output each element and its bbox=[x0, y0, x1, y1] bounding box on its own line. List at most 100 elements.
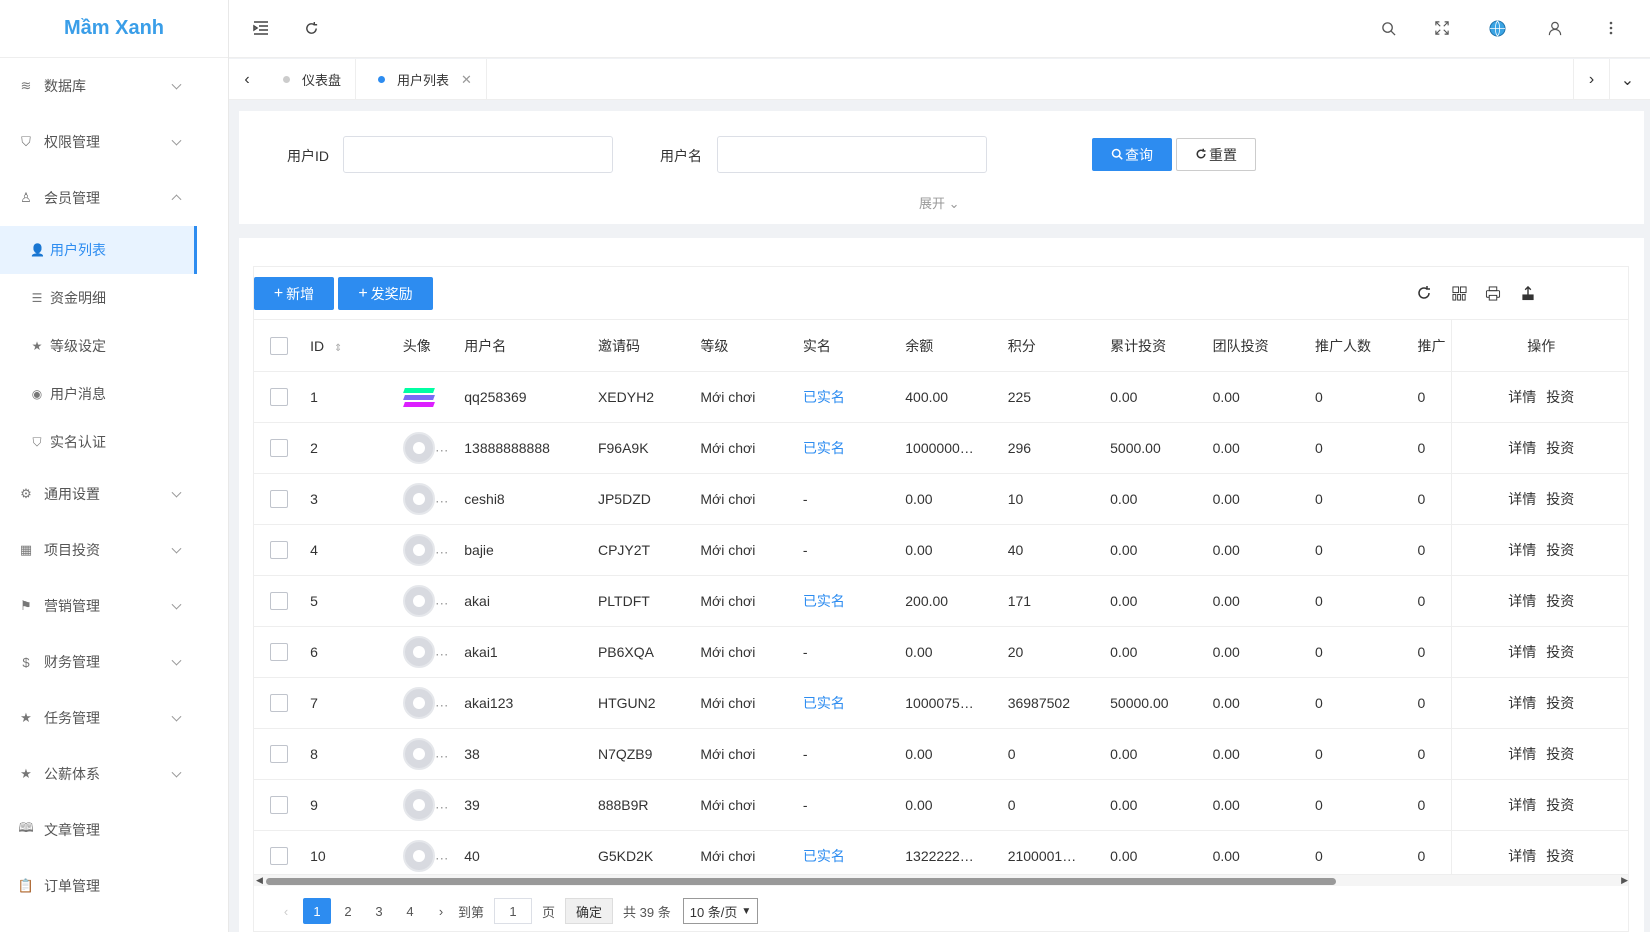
sidebar-item[interactable]: ⚙ 通用设置 bbox=[0, 466, 228, 522]
tabs-scroll-right-icon[interactable]: › bbox=[1573, 59, 1609, 100]
sidebar-subitem[interactable]: ⛉ 实名认证 bbox=[0, 418, 197, 466]
row-checkbox[interactable] bbox=[270, 592, 288, 611]
export-icon[interactable] bbox=[1518, 283, 1538, 303]
points-cell: 40 bbox=[1007, 524, 1111, 576]
scroll-left-icon[interactable]: ◀ bbox=[256, 875, 263, 886]
table-refresh-icon[interactable] bbox=[1414, 283, 1434, 303]
realname-cell[interactable]: 已实名 bbox=[802, 371, 906, 423]
print-icon[interactable] bbox=[1483, 283, 1503, 303]
sidebar-subitem[interactable]: ◉ 用户消息 bbox=[0, 370, 197, 418]
select-all-checkbox[interactable] bbox=[270, 336, 288, 355]
more-vertical-icon[interactable] bbox=[1601, 18, 1621, 38]
star-icon: ★ bbox=[20, 766, 32, 781]
column-header-id[interactable]: ID ⇕ bbox=[310, 319, 403, 372]
invest-link[interactable]: 投资 bbox=[1546, 542, 1574, 558]
invest-link[interactable]: 投资 bbox=[1546, 491, 1574, 507]
detail-link[interactable]: 详情 bbox=[1508, 848, 1536, 864]
actions-cell: 详情 投资 bbox=[1451, 422, 1628, 474]
next-page-icon[interactable]: › bbox=[427, 898, 455, 924]
search-icon[interactable] bbox=[1378, 18, 1398, 38]
scrollbar-thumb[interactable] bbox=[266, 878, 1336, 885]
sort-icon[interactable]: ⇕ bbox=[334, 343, 342, 354]
reward-button[interactable]: + 发奖励 bbox=[338, 277, 433, 310]
sidebar-item-label: 任务管理 bbox=[44, 710, 100, 726]
detail-link[interactable]: 详情 bbox=[1508, 542, 1536, 558]
invest-link[interactable]: 投资 bbox=[1546, 644, 1574, 660]
detail-link[interactable]: 详情 bbox=[1508, 440, 1536, 456]
detail-link[interactable]: 详情 bbox=[1508, 389, 1536, 405]
sidebar-subitem[interactable]: ★ 等级设定 bbox=[0, 322, 197, 370]
sidebar-item[interactable]: 📋 订单管理 bbox=[0, 858, 228, 914]
sidebar-item[interactable]: ⚑ 营销管理 bbox=[0, 578, 228, 634]
detail-link[interactable]: 详情 bbox=[1508, 797, 1536, 813]
select-cell bbox=[254, 728, 311, 780]
query-button[interactable]: 查询 bbox=[1092, 138, 1172, 171]
chevron-down-icon bbox=[171, 543, 182, 554]
chevron-down-icon[interactable]: ⌄ bbox=[1609, 59, 1645, 100]
page-size-select[interactable]: 10 条/页 ▼ bbox=[682, 898, 759, 924]
row-checkbox[interactable] bbox=[270, 847, 288, 866]
row-checkbox[interactable] bbox=[270, 541, 288, 560]
invest-link[interactable]: 投资 bbox=[1546, 389, 1574, 405]
row-checkbox[interactable] bbox=[270, 643, 288, 662]
sidebar-subitem[interactable]: 👤 用户列表 bbox=[0, 226, 197, 274]
promo-count-cell: 0 bbox=[1315, 626, 1418, 678]
tab-user-list[interactable]: 用户列表 ✕ bbox=[364, 59, 487, 100]
page-number[interactable]: 1 bbox=[303, 898, 331, 924]
tabs-scroll-left-icon[interactable]: ‹ bbox=[229, 59, 265, 100]
close-icon[interactable]: ✕ bbox=[461, 72, 472, 88]
horizontal-scrollbar[interactable]: ◀ ▶ bbox=[254, 874, 1628, 886]
row-checkbox[interactable] bbox=[270, 388, 288, 407]
select-cell bbox=[254, 422, 311, 474]
realname-cell[interactable]: 已实名 bbox=[802, 677, 906, 729]
detail-link[interactable]: 详情 bbox=[1508, 593, 1536, 609]
fullscreen-icon[interactable] bbox=[1432, 18, 1452, 38]
invest-link[interactable]: 投资 bbox=[1546, 797, 1574, 813]
globe-icon[interactable] bbox=[1487, 18, 1507, 38]
sidebar-subitem[interactable]: ☰ 资金明细 bbox=[0, 274, 197, 322]
refresh-icon[interactable] bbox=[301, 18, 321, 38]
realname-cell[interactable]: 已实名 bbox=[802, 575, 906, 627]
expand-toggle[interactable]: 展开 ⌄ bbox=[919, 193, 960, 212]
detail-link[interactable]: 详情 bbox=[1508, 695, 1536, 711]
sidebar-item[interactable]: ♙ 会员管理 bbox=[0, 170, 228, 226]
scroll-right-icon[interactable]: ▶ bbox=[1621, 875, 1628, 886]
menu-fold-icon[interactable] bbox=[251, 18, 271, 38]
page-number[interactable]: 3 bbox=[365, 898, 393, 924]
page-number[interactable]: 4 bbox=[396, 898, 424, 924]
invest-link[interactable]: 投资 bbox=[1546, 593, 1574, 609]
detail-link[interactable]: 详情 bbox=[1508, 746, 1536, 762]
row-checkbox[interactable] bbox=[270, 796, 288, 815]
user-icon[interactable] bbox=[1545, 18, 1565, 38]
realname-cell[interactable]: 已实名 bbox=[802, 422, 906, 474]
row-checkbox[interactable] bbox=[270, 694, 288, 713]
sidebar-item[interactable]: ★ 公薪体系 bbox=[0, 746, 228, 802]
sidebar-item[interactable]: ▦ 项目投资 bbox=[0, 522, 228, 578]
sidebar-item[interactable]: ⛉ 权限管理 bbox=[0, 114, 228, 170]
prev-page-icon[interactable]: ‹ bbox=[272, 898, 300, 924]
tab-dashboard[interactable]: 仪表盘 bbox=[269, 59, 357, 100]
invest-link[interactable]: 投资 bbox=[1546, 848, 1574, 864]
invest-link[interactable]: 投资 bbox=[1546, 695, 1574, 711]
detail-link[interactable]: 详情 bbox=[1508, 491, 1536, 507]
goto-page-input[interactable]: 1 bbox=[494, 898, 533, 924]
goto-confirm-button[interactable]: 确定 bbox=[565, 898, 614, 924]
app-logo[interactable]: Mầm Xanh bbox=[0, 0, 228, 58]
sidebar-item[interactable]: ★ 任务管理 bbox=[0, 690, 228, 746]
sidebar-item[interactable]: 🕮 文章管理 bbox=[0, 802, 228, 858]
invest-link[interactable]: 投资 bbox=[1546, 746, 1574, 762]
reset-button[interactable]: 重置 bbox=[1176, 138, 1256, 171]
columns-icon[interactable] bbox=[1449, 283, 1469, 303]
invest-link[interactable]: 投资 bbox=[1546, 440, 1574, 456]
page-number[interactable]: 2 bbox=[334, 898, 362, 924]
detail-link[interactable]: 详情 bbox=[1508, 644, 1536, 660]
user-id-input[interactable] bbox=[343, 136, 613, 173]
row-checkbox[interactable] bbox=[270, 745, 288, 764]
add-button[interactable]: + 新增 bbox=[254, 277, 334, 310]
sidebar-item[interactable]: ≋ 数据库 bbox=[0, 58, 228, 114]
row-checkbox[interactable] bbox=[270, 439, 288, 458]
username-input[interactable] bbox=[717, 136, 987, 173]
sidebar-item[interactable]: $ 财务管理 bbox=[0, 634, 228, 690]
avatar-cell: … bbox=[402, 728, 465, 780]
row-checkbox[interactable] bbox=[270, 490, 288, 509]
